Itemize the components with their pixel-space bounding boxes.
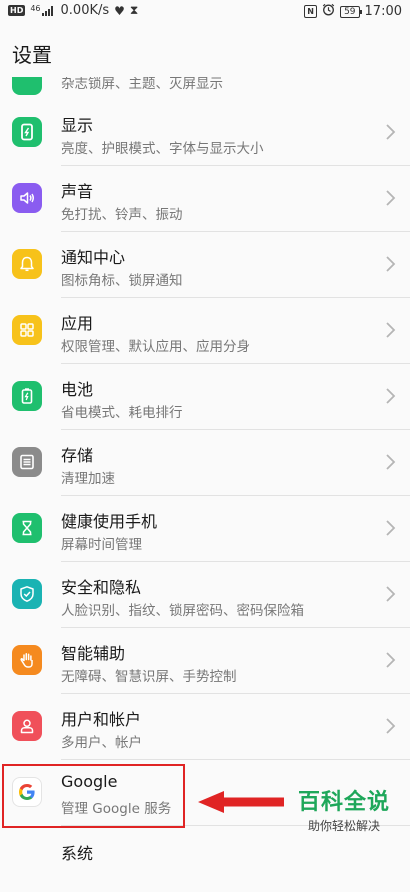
settings-row-title: 系统 bbox=[61, 844, 94, 863]
settings-row-title: 存储 bbox=[61, 446, 94, 465]
status-bar: HD 46 0.00K/s ♥ ⧗ N 59 17:00 bbox=[0, 0, 410, 22]
settings-row-subtitle: 权限管理、默认应用、应用分身 bbox=[61, 339, 250, 355]
chevron-right-icon bbox=[386, 256, 396, 272]
chevron-right-icon bbox=[386, 124, 396, 140]
settings-row-title: 电池 bbox=[61, 380, 94, 399]
user-icon bbox=[12, 711, 42, 741]
watermark-subtitle: 助你轻松解决 bbox=[307, 819, 380, 833]
settings-row-security[interactable]: 安全和隐私 人脸识别、指纹、锁屏密码、密码保险箱 bbox=[0, 562, 410, 628]
settings-row-system[interactable]: 系统 bbox=[0, 826, 410, 892]
settings-row-subtitle: 亮度、护眼模式、字体与显示大小 bbox=[61, 141, 264, 157]
chevron-right-icon bbox=[386, 718, 396, 734]
settings-row-title: 声音 bbox=[61, 182, 94, 201]
settings-row-users-accounts[interactable]: 用户和帐户 多用户、帐户 bbox=[0, 694, 410, 760]
alarm-icon bbox=[322, 3, 335, 20]
highlight-box bbox=[2, 764, 185, 828]
notification-bell-icon bbox=[12, 249, 42, 279]
battery-level: 59 bbox=[340, 5, 363, 18]
chevron-right-icon bbox=[386, 388, 396, 404]
heart-pulse-icon: ♥ bbox=[114, 3, 125, 18]
watermark-title: 百科全说 bbox=[297, 790, 390, 815]
settings-row-digital-balance[interactable]: 健康使用手机 屏幕时间管理 bbox=[0, 496, 410, 562]
hourglass-status-icon: ⧗ bbox=[129, 3, 139, 17]
chevron-right-icon bbox=[386, 652, 396, 668]
nfc-icon: N bbox=[304, 5, 318, 18]
settings-row-subtitle: 多用户、帐户 bbox=[61, 735, 142, 751]
settings-row-title: 用户和帐户 bbox=[61, 710, 142, 729]
settings-row-subtitle: 省电模式、耗电排行 bbox=[61, 405, 183, 421]
app-header: 设置 bbox=[0, 22, 410, 77]
shield-icon bbox=[12, 579, 42, 609]
settings-row-title: 应用 bbox=[61, 314, 94, 333]
hd-badge: HD bbox=[8, 5, 26, 16]
settings-row-subtitle: 清理加速 bbox=[61, 471, 115, 487]
settings-row-sound[interactable]: 声音 免打扰、铃声、振动 bbox=[0, 166, 410, 232]
chevron-right-icon bbox=[386, 520, 396, 536]
mobile-signal-icon: 46 bbox=[30, 5, 55, 16]
settings-row-battery[interactable]: 电池 省电模式、耗电排行 bbox=[0, 364, 410, 430]
battery-icon bbox=[12, 381, 42, 411]
settings-row-notifications[interactable]: 通知中心 图标角标、锁屏通知 bbox=[0, 232, 410, 298]
settings-row-subtitle: 无障碍、智慧识屏、手势控制 bbox=[61, 669, 237, 685]
settings-list: 杂志锁屏、主题、灭屏显示 显示 亮度、护眼模式、字体与显示大小 声音 免打扰、铃… bbox=[0, 0, 410, 892]
clock: 17:00 bbox=[364, 4, 402, 19]
settings-row-subtitle: 屏幕时间管理 bbox=[61, 537, 142, 553]
display-icon bbox=[12, 117, 42, 147]
settings-row-subtitle: 图标角标、锁屏通知 bbox=[61, 273, 183, 289]
settings-row-subtitle: 免打扰、铃声、振动 bbox=[61, 207, 183, 223]
settings-row-subtitle: 人脸识别、指纹、锁屏密码、密码保险箱 bbox=[61, 603, 304, 619]
chevron-right-icon bbox=[386, 586, 396, 602]
network-type-label: 46 bbox=[30, 4, 41, 13]
page-title: 设置 bbox=[12, 43, 52, 67]
storage-icon bbox=[12, 447, 42, 477]
settings-row-storage[interactable]: 存储 清理加速 bbox=[0, 430, 410, 496]
settings-row-title: 显示 bbox=[61, 116, 94, 135]
settings-row-display[interactable]: 显示 亮度、护眼模式、字体与显示大小 bbox=[0, 100, 410, 166]
settings-row-title: 健康使用手机 bbox=[61, 512, 158, 531]
chevron-right-icon bbox=[386, 190, 396, 206]
settings-row-title: 安全和隐私 bbox=[61, 578, 142, 597]
chevron-right-icon bbox=[386, 322, 396, 338]
settings-row-title: 智能辅助 bbox=[61, 644, 126, 663]
network-speed: 0.00K/s bbox=[60, 3, 110, 18]
watermark: 百科全说 助你轻松解决 bbox=[286, 790, 402, 834]
settings-row-title: 通知中心 bbox=[61, 248, 126, 267]
hourglass-icon bbox=[12, 513, 42, 543]
status-bar-right: N 59 17:00 bbox=[304, 3, 402, 20]
red-arrow-icon bbox=[198, 791, 284, 813]
chevron-right-icon bbox=[386, 454, 396, 470]
settings-row-smart-assistance[interactable]: 智能辅助 无障碍、智慧识屏、手势控制 bbox=[0, 628, 410, 694]
apps-grid-icon bbox=[12, 315, 42, 345]
settings-row-apps[interactable]: 应用 权限管理、默认应用、应用分身 bbox=[0, 298, 410, 364]
sound-icon bbox=[12, 183, 42, 213]
hand-icon bbox=[12, 645, 42, 675]
status-bar-left: HD 46 0.00K/s ♥ ⧗ bbox=[8, 3, 138, 18]
